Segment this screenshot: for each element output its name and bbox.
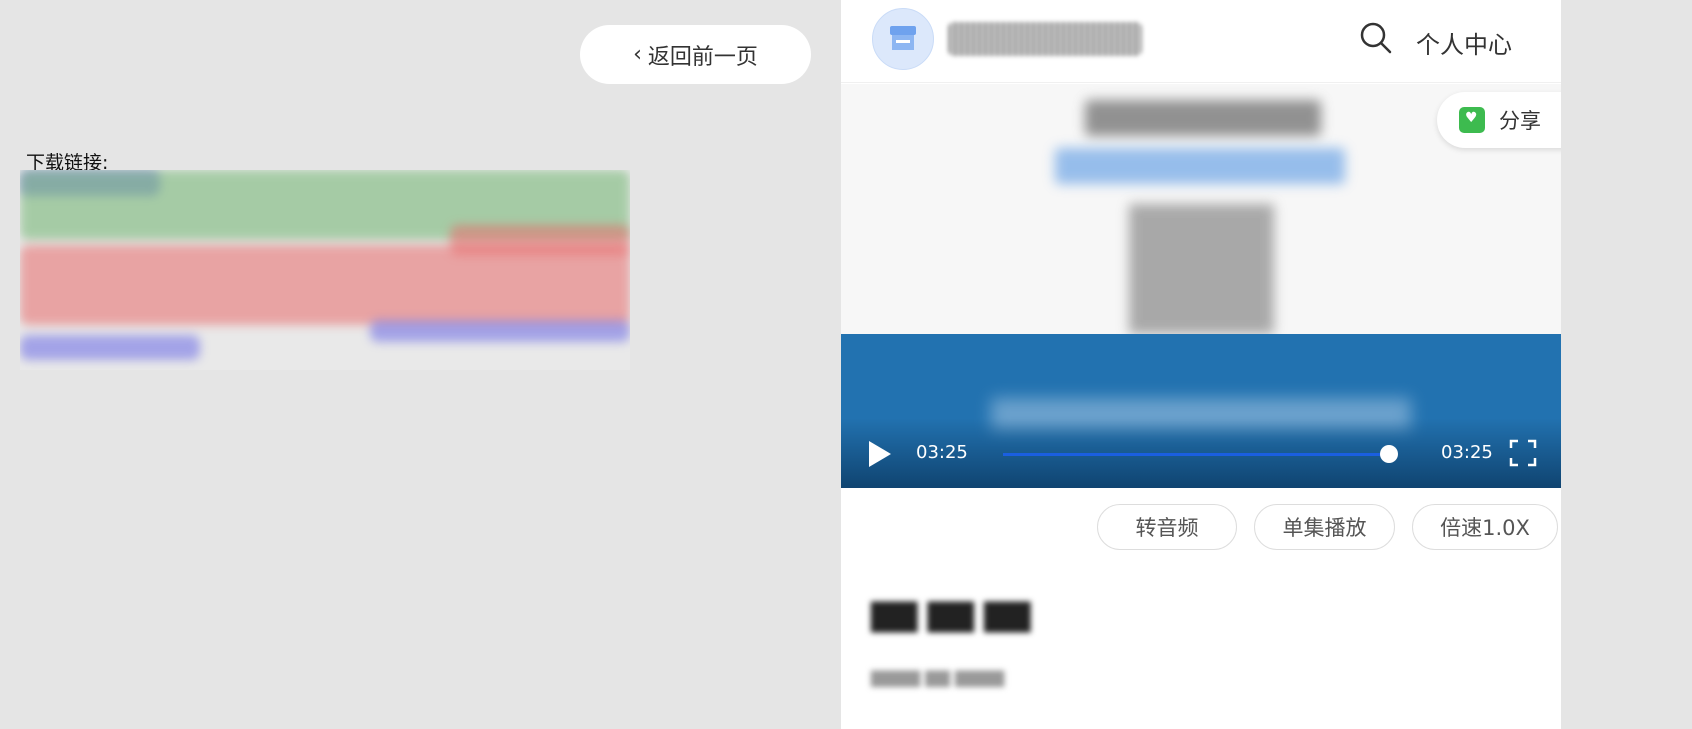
mobile-panel: 个人中心 分享 03:25 03:25 转音频 单集播放 倍速1.0X ▇▇ ▇… [841, 0, 1561, 729]
download-link-redacted [20, 170, 630, 370]
store-icon[interactable] [872, 8, 934, 70]
progress-bar[interactable] [1003, 445, 1398, 463]
play-icon[interactable] [869, 441, 891, 467]
progress-fill [1003, 453, 1389, 456]
single-play-button[interactable]: 单集播放 [1254, 504, 1395, 550]
share-button[interactable]: 分享 [1437, 92, 1561, 148]
current-time: 03:25 [916, 442, 968, 463]
fullscreen-icon[interactable] [1509, 439, 1537, 467]
progress-knob[interactable] [1380, 445, 1398, 463]
top-bar: 个人中心 [841, 0, 1561, 83]
speed-button[interactable]: 倍速1.0X [1412, 504, 1558, 550]
back-button-label: 返回前一页 [647, 44, 758, 70]
chevron-left-icon: ‹ [633, 42, 642, 67]
chapter-meta-redacted: ▇▇▇▇ ▇▇ ▇▇▇▇ [871, 668, 1005, 687]
cover-thumbnail-redacted [1129, 204, 1274, 334]
personal-center-link[interactable]: 个人中心 [1416, 25, 1512, 60]
search-icon[interactable] [1358, 20, 1394, 56]
share-label: 分享 [1499, 109, 1541, 133]
shop-name-redacted [948, 22, 1142, 56]
cover-title-redacted [1085, 100, 1321, 136]
chapter-title-redacted: ▇▇ ▇▇ ▇▇ [871, 598, 1031, 633]
back-button[interactable]: ‹ 返回前一页 [580, 25, 811, 84]
cover-subtitle-redacted [1055, 148, 1345, 184]
share-icon [1459, 107, 1485, 133]
duration-time: 03:25 [1441, 442, 1493, 463]
audio-mode-button[interactable]: 转音频 [1097, 504, 1237, 550]
video-player[interactable]: 03:25 03:25 [841, 334, 1561, 488]
